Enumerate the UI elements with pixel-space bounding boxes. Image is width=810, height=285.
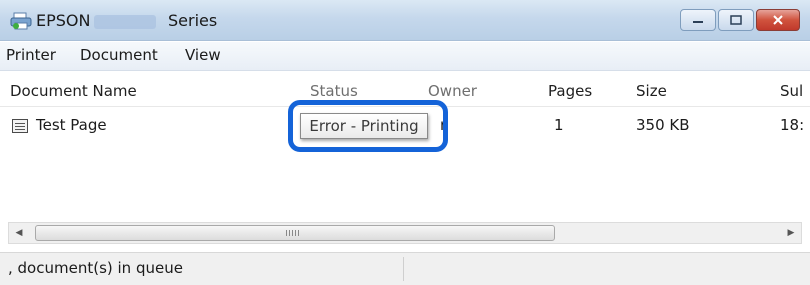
menu-printer[interactable]: Printer <box>6 46 56 64</box>
window-title-brand: EPSON <box>36 11 91 30</box>
window-title-series: Series <box>168 11 218 30</box>
cell-submitted: 18: <box>780 116 805 134</box>
status-highlight-callout <box>288 100 448 152</box>
title-bar[interactable]: EPSON Series <box>0 0 810 41</box>
column-header-document-name[interactable]: Document Name <box>10 82 137 100</box>
close-icon <box>773 15 783 25</box>
maximize-icon <box>730 15 742 25</box>
queue-status-text: , document(s) in queue <box>8 259 183 277</box>
status-bar: , document(s) in queue <box>0 252 810 285</box>
column-header-size[interactable]: Size <box>636 82 667 100</box>
window-title-model-redacted <box>94 15 156 29</box>
cell-pages: 1 <box>554 116 564 134</box>
scroll-left-button[interactable]: ◀ <box>9 223 29 243</box>
menu-view[interactable]: View <box>185 46 221 64</box>
column-header-submitted[interactable]: Sul <box>780 82 803 100</box>
scrollbar-thumb[interactable] <box>35 225 555 241</box>
menu-bar: Printer Document View <box>0 42 810 71</box>
scroll-right-icon: ▶ <box>787 228 795 238</box>
window-controls <box>680 9 800 33</box>
status-bar-divider <box>403 257 404 281</box>
column-header-pages[interactable]: Pages <box>548 82 592 100</box>
menu-document[interactable]: Document <box>80 46 158 64</box>
cell-size: 350 KB <box>636 116 690 134</box>
maximize-button[interactable] <box>718 9 754 31</box>
scrollbar-grip <box>286 230 300 236</box>
column-header-status[interactable]: Status <box>310 82 358 100</box>
cell-document-name: Test Page <box>36 116 107 134</box>
minimize-button[interactable] <box>680 9 716 31</box>
printer-icon <box>10 12 32 30</box>
scroll-right-button[interactable]: ▶ <box>781 223 801 243</box>
close-button[interactable] <box>756 9 800 31</box>
minimize-icon <box>693 21 703 23</box>
horizontal-scrollbar[interactable]: ◀ ▶ <box>8 222 802 244</box>
column-header-owner[interactable]: Owner <box>428 82 477 100</box>
document-icon <box>12 119 28 133</box>
scroll-left-icon: ◀ <box>15 228 23 238</box>
print-queue-window: EPSON Series Printer Document View Docum… <box>0 0 810 285</box>
